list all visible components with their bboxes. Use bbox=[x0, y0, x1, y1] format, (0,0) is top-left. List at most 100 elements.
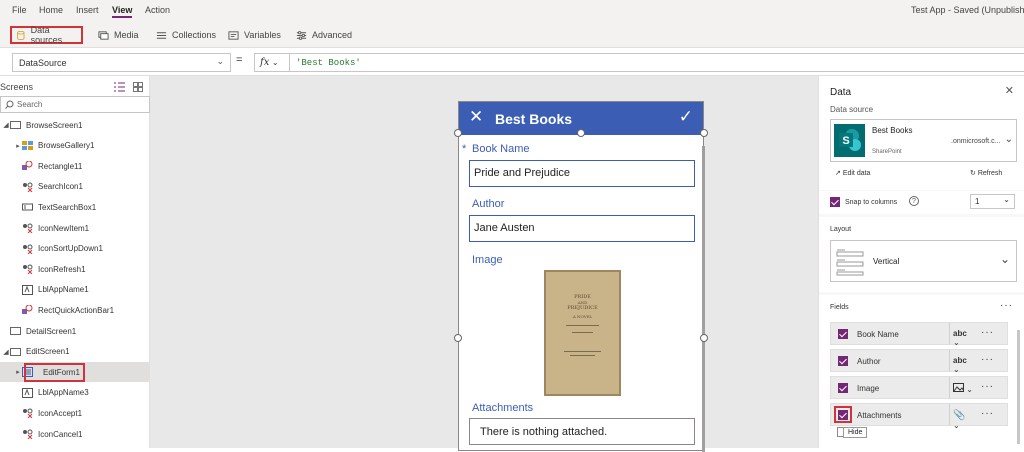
formula-input[interactable]: 'Best Books' bbox=[290, 53, 1024, 72]
menu-home[interactable]: Home bbox=[39, 5, 63, 15]
close-panel-icon[interactable]: ✕ bbox=[1005, 84, 1014, 97]
tree-item-iconsortupdown1[interactable]: IconSortUpDown1 bbox=[0, 239, 150, 259]
selection-handle-mr[interactable] bbox=[700, 334, 708, 342]
field-more-icon[interactable]: ··· bbox=[981, 354, 994, 365]
field-more-icon[interactable]: ··· bbox=[981, 327, 994, 338]
refresh-label: Refresh bbox=[977, 170, 1003, 177]
tree-item-editform1[interactable]: ▸ EditForm1 bbox=[0, 362, 150, 383]
expand-caret-icon[interactable]: ▸ bbox=[14, 142, 22, 150]
grid-view-icon[interactable] bbox=[133, 82, 143, 92]
screen-icon bbox=[10, 347, 21, 356]
image-type-icon bbox=[953, 383, 965, 392]
selection-handle-tl[interactable] bbox=[454, 129, 462, 137]
snap-section: Snap to columns ? 1 ⌄ bbox=[819, 191, 1024, 214]
collections-button[interactable]: Collections bbox=[152, 26, 220, 44]
screens-tab[interactable]: Screens bbox=[0, 82, 33, 92]
fields-label: Fields bbox=[830, 304, 849, 311]
refresh-button[interactable]: ↻ Refresh bbox=[970, 169, 1002, 177]
property-dropdown[interactable]: DataSource ⌄ bbox=[12, 53, 231, 72]
tree-item-iconaccept1[interactable]: IconAccept1 bbox=[0, 403, 150, 423]
cover-line-4: A NOVEL bbox=[572, 314, 593, 319]
tree-item-lblappname3[interactable]: LblAppName3 bbox=[0, 383, 150, 403]
author-input[interactable]: Jane Austen bbox=[469, 215, 695, 242]
field-type-dropdown[interactable]: ⌄ bbox=[949, 377, 977, 398]
tree-item-rectquickactionbar1[interactable]: RectQuickActionBar1 bbox=[0, 300, 150, 320]
attachments-box[interactable]: There is nothing attached. bbox=[469, 418, 695, 445]
variables-button[interactable]: Variables bbox=[224, 26, 285, 44]
tree-item-label: IconCancel1 bbox=[38, 429, 83, 439]
edit-icon: ↗ bbox=[835, 170, 843, 177]
tree-item-label: IconAccept1 bbox=[38, 408, 83, 418]
tree-item-browsescreen1[interactable]: ◢ BrowseScreen1 bbox=[0, 115, 150, 135]
field-more-icon[interactable]: ··· bbox=[981, 381, 994, 392]
data-source-picker[interactable]: S Best Books .onmicrosoft.c... SharePoin… bbox=[830, 119, 1017, 162]
field-visible-checkbox[interactable] bbox=[838, 329, 848, 339]
field-row-attachments[interactable]: Attachments 📎 ⌄ ··· bbox=[830, 403, 1008, 430]
book-name-input[interactable]: Pride and Prejudice bbox=[469, 160, 695, 187]
collapse-caret-icon[interactable]: ◢ bbox=[2, 348, 10, 356]
list-view-icon[interactable] bbox=[114, 82, 125, 92]
tree-item-iconnewitem1[interactable]: IconNewItem1 bbox=[0, 218, 150, 238]
field-more-icon[interactable]: ··· bbox=[981, 408, 994, 419]
field-row-author[interactable]: Author abc ⌄ ··· bbox=[830, 349, 1008, 374]
edit-data-button[interactable]: ↗ Edit data bbox=[835, 169, 870, 177]
selection-handle-tm[interactable] bbox=[577, 129, 585, 137]
checkmark-icon[interactable]: ✓ bbox=[679, 107, 693, 127]
menu-action[interactable]: Action bbox=[145, 5, 170, 15]
menu-insert[interactable]: Insert bbox=[76, 5, 99, 15]
tree-item-iconcancel1[interactable]: IconCancel1 bbox=[0, 424, 150, 444]
field-name: Image bbox=[857, 384, 880, 393]
tree-item-detailscreen1[interactable]: DetailScreen1 bbox=[0, 321, 150, 341]
snap-checkbox[interactable] bbox=[830, 197, 840, 207]
edit-form[interactable]: ✕ Best Books ✓ * Book Name Pride and Pre… bbox=[458, 101, 705, 452]
tree-item-lblappname1[interactable]: LblAppName1 bbox=[0, 280, 150, 300]
field-visible-checkbox[interactable] bbox=[838, 410, 848, 420]
selection-handle-ml[interactable] bbox=[454, 334, 462, 342]
fields-more-icon[interactable]: ··· bbox=[1000, 300, 1013, 311]
tree-item-label: LblAppName3 bbox=[38, 388, 89, 398]
field-type-dropdown[interactable]: 📎 ⌄ bbox=[949, 404, 977, 430]
selection-handle-tr[interactable] bbox=[700, 129, 708, 137]
tree-search-input[interactable]: Search bbox=[0, 96, 150, 113]
menu-file[interactable]: File bbox=[12, 5, 27, 15]
fx-label: fx bbox=[260, 57, 270, 68]
variables-icon bbox=[228, 30, 239, 40]
collapse-caret-icon[interactable]: ◢ bbox=[2, 121, 10, 129]
field-visible-checkbox[interactable] bbox=[838, 356, 848, 366]
tree-item-rectangle11[interactable]: Rectangle11 bbox=[0, 156, 150, 176]
data-sources-button[interactable]: Data sources bbox=[10, 25, 83, 45]
chevron-down-icon: ⌄ bbox=[1003, 195, 1010, 204]
screen-icon bbox=[10, 121, 21, 129]
ribbon: Data sources Media Collections Variables… bbox=[0, 22, 1024, 48]
form-title: Best Books bbox=[495, 111, 573, 127]
tree-item-iconrefresh1[interactable]: IconRefresh1 bbox=[0, 259, 150, 279]
columns-dropdown[interactable]: 1 ⌄ bbox=[970, 194, 1015, 209]
advanced-button[interactable]: Advanced bbox=[292, 26, 356, 44]
data-panel: Data ✕ Data source S Best Books .onmicro… bbox=[818, 76, 1024, 448]
tree-item-searchicon1[interactable]: SearchIcon1 bbox=[0, 177, 150, 197]
tree-item-browsegallery1[interactable]: ▸ BrowseGallery1 bbox=[0, 136, 150, 156]
tree-item-textsearchbox1[interactable]: TextSearchBox1 bbox=[0, 197, 150, 217]
layout-dropdown[interactable]: Vertical ⌄ bbox=[830, 240, 1017, 282]
field-type-dropdown[interactable]: abc ⌄ bbox=[949, 350, 977, 374]
field-row-image[interactable]: Image ⌄ ··· bbox=[830, 376, 1008, 399]
hide-tooltip: Hide bbox=[843, 427, 868, 438]
field-visible-checkbox[interactable] bbox=[838, 383, 848, 393]
info-icon[interactable]: ? bbox=[909, 196, 919, 206]
close-icon[interactable]: ✕ bbox=[469, 107, 483, 127]
variables-label: Variables bbox=[244, 30, 281, 40]
refresh-icon: ↻ bbox=[970, 170, 978, 177]
form-scrollbar[interactable] bbox=[702, 146, 705, 452]
fields-scrollbar[interactable] bbox=[1017, 330, 1020, 444]
tree-item-editscreen1[interactable]: ◢ EditScreen1 bbox=[0, 342, 150, 362]
media-button[interactable]: Media bbox=[94, 26, 143, 44]
vertical-layout-icon bbox=[836, 249, 864, 276]
menu-view[interactable]: View bbox=[112, 5, 133, 18]
fx-button[interactable]: fx ⌄ bbox=[254, 53, 290, 72]
field-row-book-name[interactable]: Book Name abc ⌄ ··· bbox=[830, 322, 1008, 347]
chevron-down-icon: ⌄ bbox=[999, 252, 1010, 266]
field-type-dropdown[interactable]: abc ⌄ bbox=[949, 323, 977, 347]
search-icon bbox=[5, 100, 14, 109]
data-sources-label: Data sources bbox=[30, 25, 63, 45]
expand-caret-icon[interactable]: ▸ bbox=[14, 368, 22, 376]
